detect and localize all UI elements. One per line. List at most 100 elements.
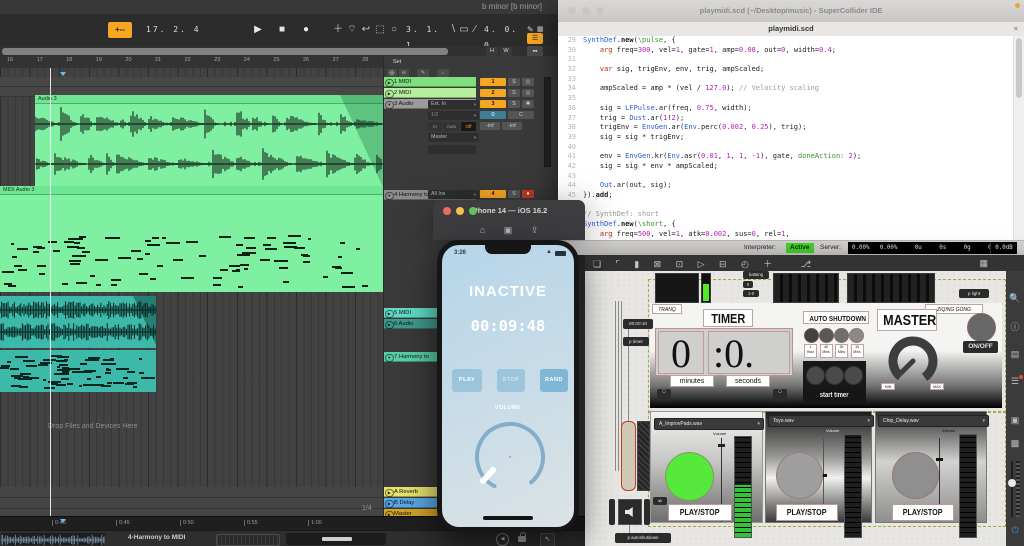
shutdown-option-label[interactable]: 30 Mins [835,344,848,358]
track2-solo[interactable]: S [508,89,520,97]
minimize-traffic-light[interactable] [582,7,590,15]
track3-number[interactable]: 3 [480,100,506,108]
track3-send-b[interactable]: -inf [502,122,522,130]
p-light-box[interactable]: p light [959,289,989,298]
clip-midi-audio3[interactable]: MIDI Audio 3 [0,186,383,292]
track3-solo[interactable]: S [508,100,520,108]
max-canvas[interactable]: battang 0 1-0 p light TRANQ ZIQING GONG … [585,271,1006,546]
monitor-auto-button[interactable]: Auto [443,122,460,131]
input-type-chooser[interactable]: All Ins▼ [428,190,479,199]
start-circle-2[interactable] [825,366,844,385]
console-icon[interactable]: ☰ [1006,376,1024,387]
set-button[interactable]: Set [387,58,407,67]
hamburger-icon[interactable]: ☰ [527,33,543,44]
close-traffic-light[interactable] [568,7,576,15]
file-dropdown[interactable]: Toyo.wav▾ [768,415,874,427]
track-activator[interactable]: ▼ [385,354,394,363]
track2-arm[interactable]: ◎ [522,89,534,97]
lane-track1[interactable] [0,77,383,87]
interpreter-state-badge[interactable]: Active [786,243,814,253]
simulator-titlebar[interactable]: iPhone 14 — iOS 16.2 [433,200,585,222]
grid-value[interactable]: 1/4 [362,505,372,512]
input-channel-chooser[interactable]: 1/2▼ [428,111,479,120]
maximize-traffic-light[interactable] [469,207,477,215]
playstop-label[interactable]: PLAY/STOP [776,504,838,521]
zoom-tool-icon[interactable]: 🔍 [1006,293,1024,304]
object-box-icon[interactable]: ⊡ [676,259,684,269]
minutes-numberbox[interactable]: 0 [658,331,704,374]
close-traffic-light[interactable] [443,207,451,215]
clock-icon[interactable]: ◴ [741,259,749,269]
playstop-circle[interactable] [776,452,823,499]
track1-solo[interactable]: S [508,78,520,86]
loop-region-icon[interactable]: ▭ [458,22,470,38]
track-header-1[interactable]: ▶1 MIDI [384,77,476,87]
slider-handle[interactable] [718,444,725,447]
countdown-box[interactable]: 00:00:10 [623,319,653,329]
stop-button[interactable]: STOP [497,369,525,392]
track-header-2[interactable]: ▶2 MIDI [384,88,476,98]
mixer-icon[interactable]: ▩ [1006,438,1024,449]
level-meter-green[interactable] [701,273,711,303]
track-activator[interactable]: ▶ [385,489,394,498]
loop-toggle-icon[interactable]: ○ [386,22,402,38]
playstop-label[interactable]: PLAY/STOP [668,504,732,521]
file-dropdown[interactable]: Chip_Delay.wav▾ [878,415,989,427]
scope-panel-3[interactable] [847,273,935,303]
shutdown-button-1[interactable] [804,328,819,343]
presentation-icon[interactable]: ⎇ [801,259,811,269]
punch-in-icon[interactable]: ∖ [448,22,458,38]
play-button[interactable]: PLAY [452,369,482,392]
routing-spare-box[interactable] [428,145,476,154]
timer-util-box2[interactable]: ◯ [773,389,787,401]
scroll-thumb[interactable] [1016,38,1022,98]
sc-tab[interactable]: playmidi.scd [768,24,813,33]
server-stats[interactable]: 0.00% 0.00% 0u 0s 0g 0d [848,242,994,254]
rand-button[interactable]: RAND [540,369,568,392]
gain-box[interactable]: ◂0 [653,497,667,505]
track-activator[interactable]: ▶ [385,321,394,330]
slider-handle[interactable] [936,458,943,461]
p-timer-box[interactable]: p timer [623,337,649,346]
track1-arm[interactable]: ◎ [522,78,534,86]
start-timer-button[interactable]: start timer [803,389,866,402]
scope-panel-1[interactable] [655,273,699,303]
output-chooser[interactable]: Master▼ [428,133,479,142]
tall-dark-box[interactable] [637,421,650,491]
follow-button[interactable]: +-- [108,22,132,38]
track3-pan[interactable]: C [508,111,534,119]
tranq-label[interactable]: TRANQ [652,304,682,314]
start-circle-3[interactable] [844,366,863,385]
seconds-numberbox[interactable]: :0. [708,331,790,374]
preview-button[interactable]: ◀ [496,533,509,546]
shutdown-option-label[interactable]: 45 Mins [820,344,833,358]
grid-toggle-icon[interactable]: ▦ [979,255,988,271]
volume-knob[interactable] [470,417,550,497]
zero-box[interactable]: 0 [743,281,753,288]
track-activator[interactable]: ▶ [385,90,394,99]
comment-icon[interactable]: ▮ [634,259,639,269]
onoff-circle-button[interactable] [967,313,996,342]
playstop-circle[interactable] [665,452,714,501]
start-circle-1[interactable] [806,366,825,385]
home-indicator[interactable] [483,516,533,520]
punch-out-icon[interactable]: ∕ [470,22,480,38]
sc-scrollbar[interactable] [1013,36,1024,240]
timer-util-box[interactable]: ◯ [657,389,671,401]
scope-panel-2[interactable] [773,273,839,303]
zoom-out-icon[interactable]: ⊖ [399,69,409,77]
sc-titlebar[interactable]: playmidi.scd (~/Desktop/music) - SuperCo… [558,0,1024,23]
track4-arm[interactable]: ● [522,190,534,198]
track-activator[interactable]: ▼ [385,192,394,201]
track2-number[interactable]: 2 [480,89,506,97]
screenshot-icon[interactable]: ▣ [504,225,513,235]
monitor-off-button[interactable]: Off [461,122,476,131]
close-box-icon[interactable]: ⊠ [654,259,662,269]
add-object-icon[interactable]: ＋ [763,259,772,269]
width-zoom-button[interactable]: W [500,47,512,56]
arrangement-area[interactable]: Audio 3 MIDI Audio 3 Drop Files and Devi… [0,68,383,516]
p-autoshutdown-box[interactable]: p autoshutdown [615,533,671,543]
tab-close-icon[interactable]: × [1014,22,1018,36]
cursor-box[interactable]: ↖ [540,533,555,546]
snapshot-icon[interactable]: ▣ [1006,415,1024,426]
